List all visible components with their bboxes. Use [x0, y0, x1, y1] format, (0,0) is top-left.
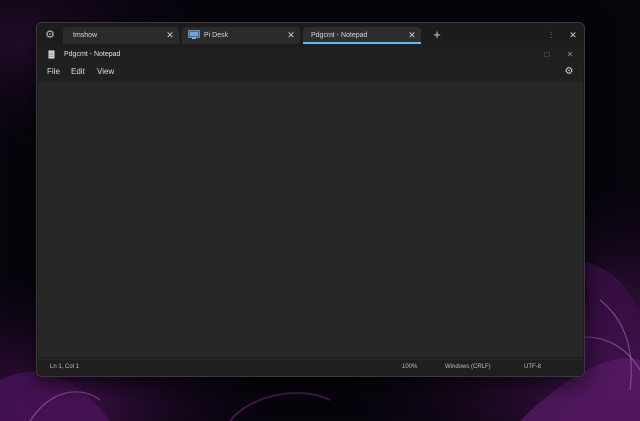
- tab-notepad[interactable]: Pdgcmt - Notepad ✕: [303, 27, 421, 44]
- minimize-button[interactable]: ⫶: [543, 26, 559, 44]
- notepad-title: Pdgcmt - Notepad: [64, 51, 121, 58]
- gear-icon[interactable]: ⚙: [563, 66, 575, 78]
- status-bar: Ln 1, Col 1 100% Windows (CRLF) UTF-8: [38, 359, 583, 375]
- zoom-level[interactable]: 100%: [402, 360, 417, 375]
- close-icon[interactable]: ✕: [165, 27, 175, 44]
- menu-bar: File Edit View ⚙: [38, 63, 583, 81]
- cursor-position: Ln 1, Col 1: [50, 364, 80, 370]
- window-close-button[interactable]: ✕: [565, 26, 581, 44]
- remote-desktop-icon: [188, 30, 200, 39]
- notepad-close-button[interactable]: ✕: [563, 47, 577, 63]
- tab-tmshow[interactable]: tmshow ✕: [63, 27, 179, 44]
- menu-edit[interactable]: Edit: [71, 63, 85, 81]
- tab-label: Pi Desk: [204, 32, 229, 39]
- notepad-pane: Pdgcmt - Notepad □ ✕ File Edit View ⚙ Ln…: [38, 47, 583, 375]
- notepad-icon: [48, 50, 55, 59]
- new-tab-button[interactable]: +: [430, 26, 444, 44]
- line-ending[interactable]: Windows (CRLF): [445, 360, 491, 375]
- tab-label: tmshow: [73, 32, 98, 39]
- close-icon[interactable]: ✕: [286, 27, 296, 44]
- tab-strip: ⚙ tmshow ✕ Pi Desk ✕ Pdgcmt - Notepad ✕ …: [37, 23, 584, 47]
- text-editor[interactable]: [38, 82, 583, 357]
- active-tab-indicator: [303, 42, 421, 44]
- menu-view[interactable]: View: [97, 63, 114, 81]
- notepad-titlebar: Pdgcmt - Notepad □ ✕: [38, 47, 583, 63]
- tab-pi-desk[interactable]: Pi Desk ✕: [182, 27, 300, 44]
- menu-file[interactable]: File: [47, 63, 60, 81]
- encoding[interactable]: UTF-8: [524, 360, 541, 375]
- gear-icon[interactable]: ⚙: [43, 28, 57, 42]
- maximize-button[interactable]: □: [540, 47, 554, 63]
- terminal-window: ⚙ tmshow ✕ Pi Desk ✕ Pdgcmt - Notepad ✕ …: [36, 22, 585, 377]
